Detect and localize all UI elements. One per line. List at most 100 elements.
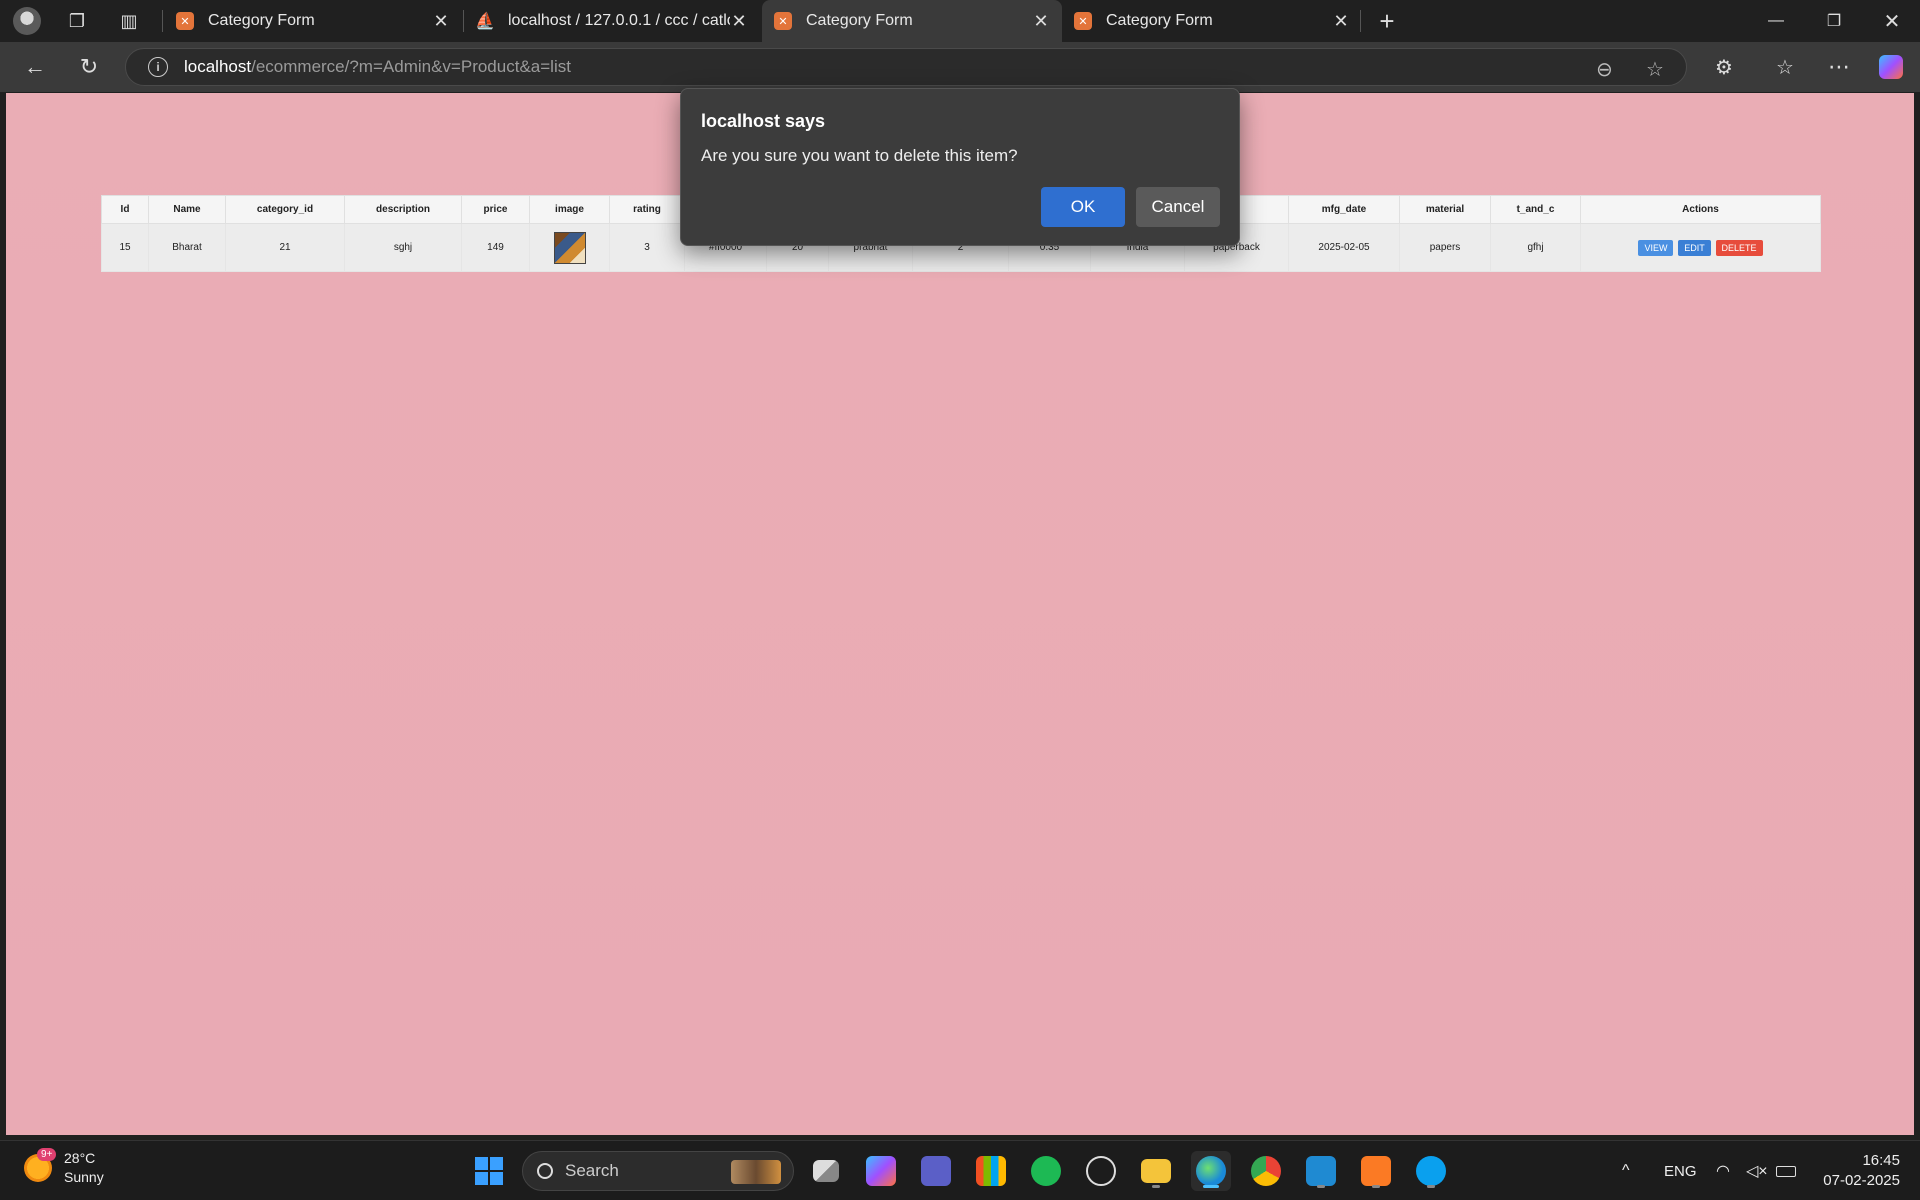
dell-icon[interactable]	[1081, 1151, 1121, 1191]
tab-title: Category Form	[806, 12, 913, 29]
search-icon	[537, 1163, 553, 1179]
show-hidden-icons[interactable]: ^	[1622, 1141, 1630, 1200]
close-window-button[interactable]: ✕	[1864, 0, 1920, 42]
spotify-icon[interactable]	[1026, 1151, 1066, 1191]
cell-rating: 3	[609, 223, 685, 272]
wifi-icon[interactable]: ◠	[1716, 1141, 1730, 1200]
system-clock[interactable]: 16:45 07-02-2025	[1800, 1151, 1900, 1191]
extensions-icon[interactable]: ⚙	[1707, 50, 1741, 84]
favorites-icon[interactable]: ☆	[1768, 50, 1802, 84]
microsoft-store-icon[interactable]	[971, 1151, 1011, 1191]
site-info-icon[interactable]: i	[148, 57, 168, 77]
column-header: mfg_date	[1288, 195, 1400, 224]
column-header: category_id	[225, 195, 345, 224]
column-header: material	[1399, 195, 1491, 224]
cell-mfg-date: 2025-02-05	[1288, 223, 1400, 272]
clock-time: 16:45	[1862, 1152, 1900, 1169]
task-view-icon[interactable]	[806, 1151, 846, 1191]
cell-image	[529, 223, 610, 272]
chrome-icon[interactable]	[1246, 1151, 1286, 1191]
tab-category-form-3[interactable]: ✕ Category Form ✕	[1062, 0, 1362, 42]
column-header: rating	[609, 195, 685, 224]
taskbar-search[interactable]: Search	[522, 1151, 794, 1191]
restore-button[interactable]: ❐	[1806, 0, 1862, 42]
tab-strip: ❐ ▥ ✕ Category Form ✕ ⛵ localhost / 127.…	[0, 0, 1920, 42]
column-header: Actions	[1580, 195, 1821, 224]
address-bar[interactable]: i localhost/ecommerce/?m=Admin&v=Product…	[125, 48, 1687, 86]
vscode-icon[interactable]	[1301, 1151, 1341, 1191]
xampp-icon: ✕	[774, 12, 792, 30]
close-tab-icon[interactable]: ✕	[730, 11, 748, 32]
search-highlight-image	[731, 1160, 781, 1184]
column-header: Name	[148, 195, 226, 224]
back-button[interactable]: ←	[18, 50, 52, 84]
column-header: Id	[101, 195, 149, 224]
edit-button[interactable]: EDIT	[1678, 239, 1711, 256]
volume-muted-icon[interactable]: ◁×	[1746, 1141, 1768, 1200]
page-content: Id Name category_id description price im…	[6, 93, 1914, 1135]
browser-toolbar: ← ↻ i localhost/ecommerce/?m=Admin&v=Pro…	[0, 42, 1920, 92]
xampp-taskbar-icon[interactable]	[1356, 1151, 1396, 1191]
weather-condition: Sunny	[64, 1169, 104, 1185]
clock-date: 07-02-2025	[1823, 1172, 1900, 1189]
column-header: price	[461, 195, 530, 224]
tab-title: Category Form	[208, 12, 315, 29]
file-explorer-icon[interactable]	[1136, 1151, 1176, 1191]
dialog-title: localhost says	[701, 111, 826, 131]
minimize-button[interactable]: —	[1748, 0, 1804, 42]
profile-avatar[interactable]	[0, 0, 46, 42]
view-button[interactable]: VIEW	[1638, 239, 1674, 256]
xampp-icon: ✕	[176, 12, 194, 30]
weather-temp: 28°C	[64, 1150, 96, 1166]
close-tab-icon[interactable]: ✕	[1032, 11, 1050, 32]
favorite-star-icon[interactable]: ☆	[1646, 57, 1664, 82]
close-tab-icon[interactable]: ✕	[1332, 11, 1350, 32]
tab-title: localhost / 127.0.0.1 / ccc / catlog	[508, 12, 730, 29]
zoom-out-icon[interactable]: ⊖	[1596, 57, 1613, 82]
column-header: description	[344, 195, 462, 224]
taskbar: 9+ 28°C Sunny Search ^ ENG ◠ ◁× 16:45 07-…	[0, 1140, 1920, 1200]
start-button[interactable]	[469, 1151, 509, 1191]
ok-button[interactable]: OK	[1041, 187, 1125, 227]
copilot-app-icon[interactable]	[861, 1151, 901, 1191]
product-thumbnail	[553, 231, 586, 264]
language-indicator[interactable]: ENG	[1664, 1141, 1697, 1200]
sun-icon: 9+	[24, 1148, 57, 1182]
dialog-message: Are you sure you want to delete this ite…	[701, 146, 1018, 165]
cell-id: 15	[101, 223, 149, 272]
column-header: t_and_c	[1490, 195, 1581, 224]
cell-actions: VIEW EDIT DELETE	[1580, 223, 1821, 272]
cell-category-id: 21	[225, 223, 345, 272]
cancel-button[interactable]: Cancel	[1136, 187, 1220, 227]
cell-name: Bharat	[148, 223, 226, 272]
cell-description: sghj	[344, 223, 462, 272]
teams-icon[interactable]	[916, 1151, 956, 1191]
weather-widget[interactable]: 9+ 28°C Sunny	[24, 1148, 104, 1187]
battery-icon[interactable]	[1776, 1141, 1796, 1200]
cell-material: papers	[1399, 223, 1491, 272]
more-menu-icon[interactable]: ⋯	[1822, 50, 1856, 84]
xampp-icon: ✕	[1074, 12, 1092, 30]
copilot-icon[interactable]	[1874, 50, 1908, 84]
vertical-tabs-icon[interactable]: ▥	[106, 0, 152, 42]
workspaces-icon[interactable]: ❐	[54, 0, 100, 42]
windows-icon	[475, 1157, 503, 1185]
cell-t-and-c: gfhj	[1490, 223, 1581, 272]
new-tab-button[interactable]: +	[1372, 0, 1402, 42]
confirm-dialog: localhost says Are you sure you want to …	[680, 88, 1240, 246]
delete-button[interactable]: DELETE	[1715, 239, 1763, 256]
skype-icon[interactable]	[1411, 1151, 1451, 1191]
phpmyadmin-icon: ⛵	[475, 13, 495, 30]
reload-button[interactable]: ↻	[72, 50, 106, 84]
tab-category-form-1[interactable]: ✕ Category Form ✕	[164, 0, 462, 42]
notification-badge: 9+	[37, 1148, 57, 1161]
tab-title: Category Form	[1106, 12, 1213, 29]
tab-phpmyadmin[interactable]: ⛵ localhost / 127.0.0.1 / ccc / catlog ✕	[464, 0, 760, 42]
search-label: Search	[565, 1161, 619, 1180]
column-header: image	[529, 195, 610, 224]
tab-category-form-active[interactable]: ✕ Category Form ✕	[762, 0, 1062, 42]
edge-icon[interactable]	[1191, 1151, 1231, 1191]
close-tab-icon[interactable]: ✕	[432, 11, 450, 32]
cell-price: 149	[461, 223, 530, 272]
address-url: localhost/ecommerce/?m=Admin&v=Product&a…	[184, 57, 571, 76]
